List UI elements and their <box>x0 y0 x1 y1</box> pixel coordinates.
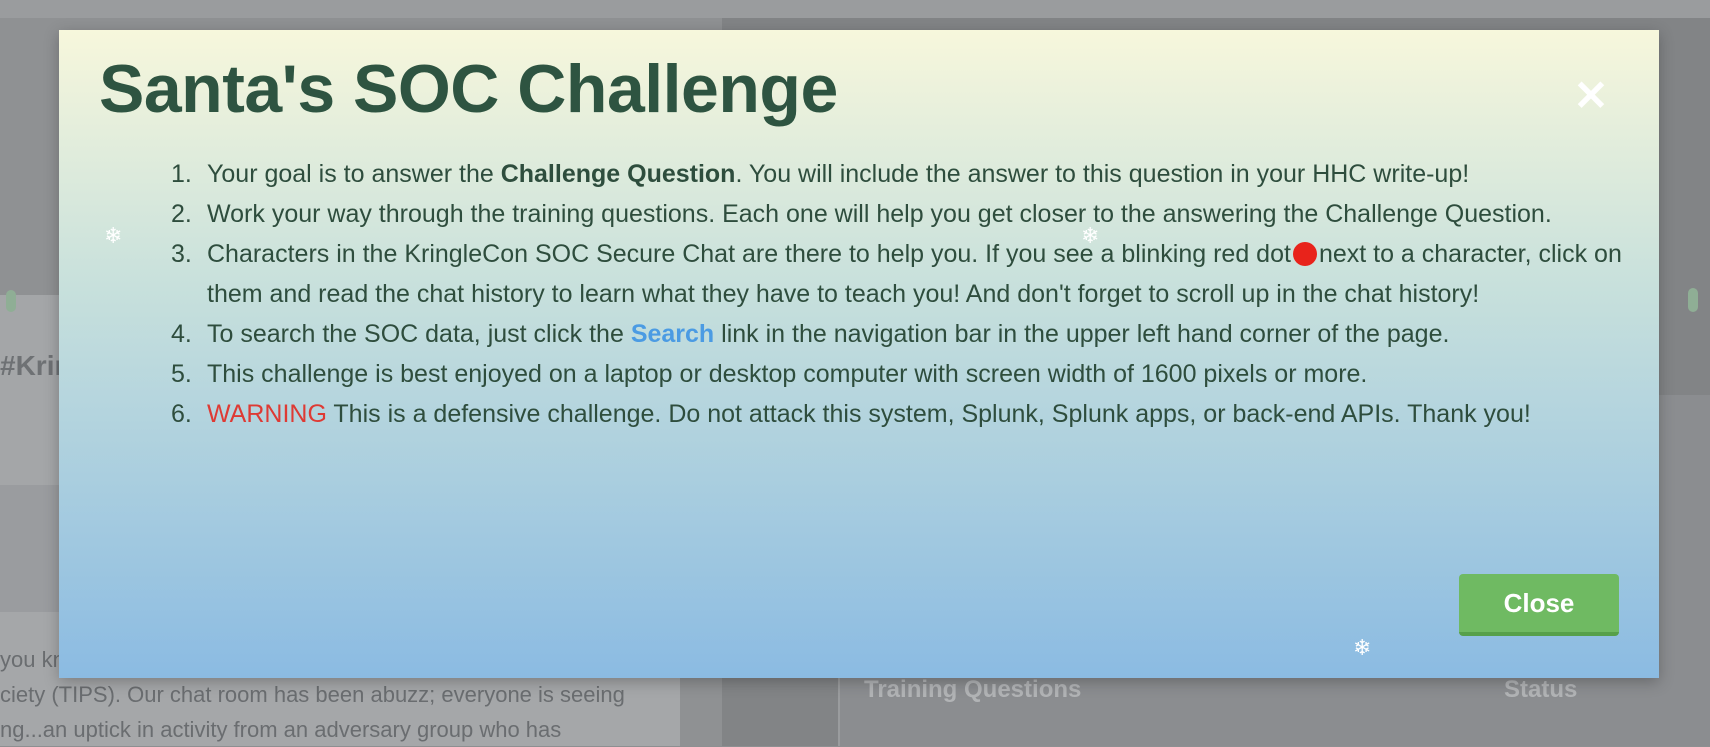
rule-text: This challenge is best enjoyed on a lapt… <box>207 360 1368 388</box>
background-light-indicator <box>6 290 16 312</box>
close-button[interactable]: Close <box>1459 574 1619 636</box>
status-header: Status <box>1504 676 1578 703</box>
warning-label: WARNING <box>207 400 327 428</box>
rule-emphasis: Challenge Question <box>500 160 736 188</box>
rule-number: 5. <box>171 360 192 388</box>
rule-text: Your goal is to answer the <box>207 160 501 188</box>
rule-item: 4. To search the SOC data, just click th… <box>149 314 1669 354</box>
rule-number: 4. <box>171 320 192 348</box>
rule-item: 3. Characters in the KringleCon SOC Secu… <box>149 234 1669 314</box>
rule-number: 3. <box>171 240 192 268</box>
training-questions-header: Training Questions <box>864 676 1082 703</box>
rule-text: . You will include the answer to this qu… <box>735 160 1470 188</box>
snowflake-icon: ❄ <box>1353 635 1372 660</box>
rule-number: 1. <box>171 160 192 188</box>
rule-number: 6. <box>171 400 192 428</box>
modal-title: Santa's SOC Challenge <box>99 51 838 127</box>
close-icon[interactable]: ✕ <box>1571 75 1611 117</box>
snowflake-icon: ❄ <box>1081 223 1100 248</box>
rule-item: 1. Your goal is to answer the Challenge … <box>149 154 1669 194</box>
search-link[interactable]: Search <box>631 320 714 348</box>
snowflake-icon: ❄ <box>104 223 123 248</box>
background-light-indicator <box>1688 288 1698 312</box>
rule-item: 6. WARNING This is a defensive challenge… <box>149 394 1669 434</box>
chat-line: ng...an uptick in activity from an adver… <box>0 717 562 742</box>
rules-list: 1. Your goal is to answer the Challenge … <box>149 154 1669 434</box>
rule-text: To search the SOC data, just click the <box>207 320 631 348</box>
blinking-red-dot-icon <box>1292 242 1317 266</box>
rule-text: This is a defensive challenge. Do not at… <box>326 400 1531 428</box>
challenge-modal: Santa's SOC Challenge ✕ 1. Your goal is … <box>59 30 1659 678</box>
rule-text: link in the navigation bar in the upper … <box>714 320 1450 348</box>
rule-item: 5. This challenge is best enjoyed on a l… <box>149 354 1669 394</box>
rule-item: 2. Work your way through the training qu… <box>149 194 1669 234</box>
rule-number: 2. <box>171 200 192 228</box>
rule-text: Characters in the KringleCon SOC Secure … <box>207 240 1291 268</box>
rule-text: Work your way through the training quest… <box>207 200 1552 228</box>
chat-line: ciety (TIPS). Our chat room has been abu… <box>0 682 625 707</box>
background-top-bar <box>0 0 1710 18</box>
